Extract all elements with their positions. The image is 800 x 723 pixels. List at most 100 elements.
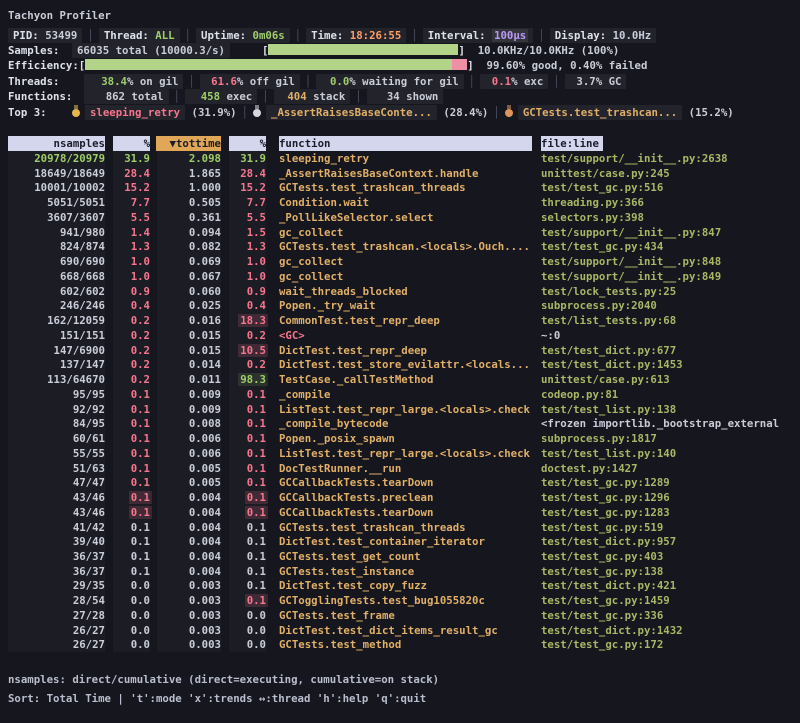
cell-function-text: _PollLikeSelector.select xyxy=(279,211,433,224)
cell-fileline: test/support/__init__.py:2638 xyxy=(541,151,728,166)
cell-fileline-text: threading.py:366 xyxy=(541,196,644,209)
thread-value: ALL xyxy=(155,29,174,42)
cell-function-text: GCCallbackTests.tearDown xyxy=(279,506,433,519)
top3-function-name[interactable]: _AssertRaisesBaseConte... xyxy=(266,105,437,120)
table-row: 36/370.10.0040.1GCTests.test_instancetes… xyxy=(8,564,663,579)
cell-function: _compile_bytecode xyxy=(279,416,532,431)
time-field: Time: 18:26:55 xyxy=(306,28,406,43)
thread-stat: 3.7% GC xyxy=(565,74,627,89)
cell-fileline-text: test/test_gc.py:336 xyxy=(541,609,663,622)
table-row: 18649/1864928.41.86528.4_AssertRaisesBas… xyxy=(8,166,670,181)
cell-cum-pct-text: 1.5 xyxy=(245,226,268,239)
table-row: 26/270.00.0030.0DictTest.test_dict_items… xyxy=(8,623,683,638)
cell-tottime: 0.361 xyxy=(150,210,221,225)
cell-direct-pct-text: 0.1 xyxy=(129,491,152,504)
cell-function: DictTest.test_container_iterator xyxy=(279,534,532,549)
column-header-nsamples[interactable]: nsamples xyxy=(8,136,105,151)
divider: │ xyxy=(174,90,180,103)
status-bar: PID: 53499│Thread: ALL│Uptime: 0m06s│Tim… xyxy=(8,28,656,43)
cell-direct-pct-text: 0.1 xyxy=(129,447,152,460)
cell-tottime-text: 0.069 xyxy=(189,255,221,268)
column-header-[interactable]: % xyxy=(105,136,150,151)
cell-fileline-text: test/test_dict.py:1453 xyxy=(541,358,683,371)
cell-tottime: 0.003 xyxy=(150,578,221,593)
cell-cum-pct-text: 0.2 xyxy=(245,358,268,371)
function-stat-suffix: exec xyxy=(220,90,252,103)
cell-nsamples: 941/980 xyxy=(8,225,105,240)
cell-nsamples: 84/95 xyxy=(8,416,105,431)
cell-nsamples: 43/46 xyxy=(8,490,105,505)
cell-cum-pct: 10.5 xyxy=(221,343,266,358)
thread-stat-value: 61.6 xyxy=(205,74,237,89)
cell-tottime: 0.014 xyxy=(150,357,221,372)
cell-nsamples: 246/246 xyxy=(8,298,105,313)
cell-cum-pct: 0.1 xyxy=(221,520,266,535)
cell-tottime: 0.005 xyxy=(150,475,221,490)
column-header-fileline[interactable]: file:line xyxy=(541,136,603,151)
table-row: 92/920.10.0090.1ListTest.test_repr_large… xyxy=(8,402,676,417)
cell-cum-pct: 0.1 xyxy=(221,461,266,476)
cell-nsamples: 60/61 xyxy=(8,431,105,446)
cell-function: ListTest.test_repr_large.<locals>.check xyxy=(279,446,532,461)
table-row: 43/460.10.0040.1GCCallbackTests.tearDown… xyxy=(8,505,670,520)
cell-cum-pct-text: 0.1 xyxy=(245,535,268,548)
functions-row: Functions:862 total│458 exec│404 stack│3… xyxy=(8,89,443,104)
cell-fileline: test/test_list.py:140 xyxy=(541,446,676,461)
cell-tottime-text: 0.014 xyxy=(189,358,221,371)
cell-function-text: TestCase._callTestMethod xyxy=(279,373,433,386)
cell-cum-pct-text: 0.0 xyxy=(245,609,268,622)
table-row: 10001/1000215.21.00015.2GCTests.test_tra… xyxy=(8,180,663,195)
cell-fileline: test/test_gc.py:1296 xyxy=(541,490,670,505)
cell-nsamples: 113/64670 xyxy=(8,372,105,387)
cell-nsamples: 824/874 xyxy=(8,239,105,254)
table-row: 47/470.10.0050.1GCCallbackTests.tearDown… xyxy=(8,475,670,490)
cell-nsamples-text: 3607/3607 xyxy=(47,211,105,224)
divider: │ xyxy=(188,75,194,88)
cell-function-text: gc_collect xyxy=(279,255,343,268)
table-row: 41/420.10.0040.1GCTests.test_trashcan_th… xyxy=(8,520,663,535)
cell-direct-pct: 1.3 xyxy=(105,239,150,254)
cell-fileline-text: test/test_gc.py:172 xyxy=(541,638,663,651)
thread-field[interactable]: Thread: ALL xyxy=(99,28,180,43)
cell-fileline: test/test_dict.py:957 xyxy=(541,534,676,549)
cell-cum-pct: 1.5 xyxy=(221,225,266,240)
cell-fileline-text: test/lock_tests.py:25 xyxy=(541,285,676,298)
cell-function-text: GCTogglingTests.test_bug1055820c xyxy=(279,594,485,607)
cell-tottime-text: 1.000 xyxy=(189,181,221,194)
cell-tottime: 0.006 xyxy=(150,446,221,461)
thread-stat: 0.0% waiting for gil xyxy=(316,74,463,89)
column-header-text: % xyxy=(113,136,150,151)
cell-tottime-text: 0.025 xyxy=(189,299,221,312)
efficiency-row: Efficiency:[] 99.60% good, 0.40% failed xyxy=(8,58,647,73)
top3-function-name[interactable]: sleeping_retry xyxy=(85,105,185,120)
column-header-[interactable]: % xyxy=(221,136,266,151)
table-row: 941/9801.40.0941.5gc_collecttest/support… xyxy=(8,225,721,240)
cell-fileline: ~:0 xyxy=(541,328,560,343)
cell-nsamples: 602/602 xyxy=(8,284,105,299)
cell-tottime: 0.004 xyxy=(150,549,221,564)
cell-nsamples-text: 95/95 xyxy=(73,388,105,401)
cell-fileline-text: test/test_dict.py:1432 xyxy=(541,624,683,637)
cell-direct-pct: 0.0 xyxy=(105,623,150,638)
cell-direct-pct-text: 0.1 xyxy=(129,388,152,401)
cell-cum-pct: 0.1 xyxy=(221,593,266,608)
cell-nsamples: 92/92 xyxy=(8,402,105,417)
cell-direct-pct: 0.1 xyxy=(105,520,150,535)
cell-direct-pct-text: 0.1 xyxy=(129,462,152,475)
cell-cum-pct: 15.2 xyxy=(221,180,266,195)
column-header-tottime[interactable]: ▼tottime xyxy=(150,136,221,151)
column-header-function[interactable]: function xyxy=(279,136,532,151)
thread-stat: 61.6% off gil xyxy=(200,74,300,89)
cell-direct-pct: 0.9 xyxy=(105,284,150,299)
top3-function-name[interactable]: GCTests.test_trashcan... xyxy=(518,105,682,120)
cell-cum-pct: 0.1 xyxy=(221,564,266,579)
cell-cum-pct-text: 18.3 xyxy=(238,314,268,327)
cell-cum-pct-text: 0.1 xyxy=(245,594,268,607)
cell-fileline-text: test/test_gc.py:138 xyxy=(541,565,663,578)
cell-cum-pct: 98.3 xyxy=(221,372,266,387)
cell-cum-pct: 0.0 xyxy=(221,608,266,623)
table-row: 151/1510.20.0150.2<GC>~:0 xyxy=(8,328,560,343)
cell-nsamples-text: 43/46 xyxy=(73,491,105,504)
thread-stat: 0.1% exc xyxy=(480,74,548,89)
cell-tottime-text: 0.015 xyxy=(189,344,221,357)
